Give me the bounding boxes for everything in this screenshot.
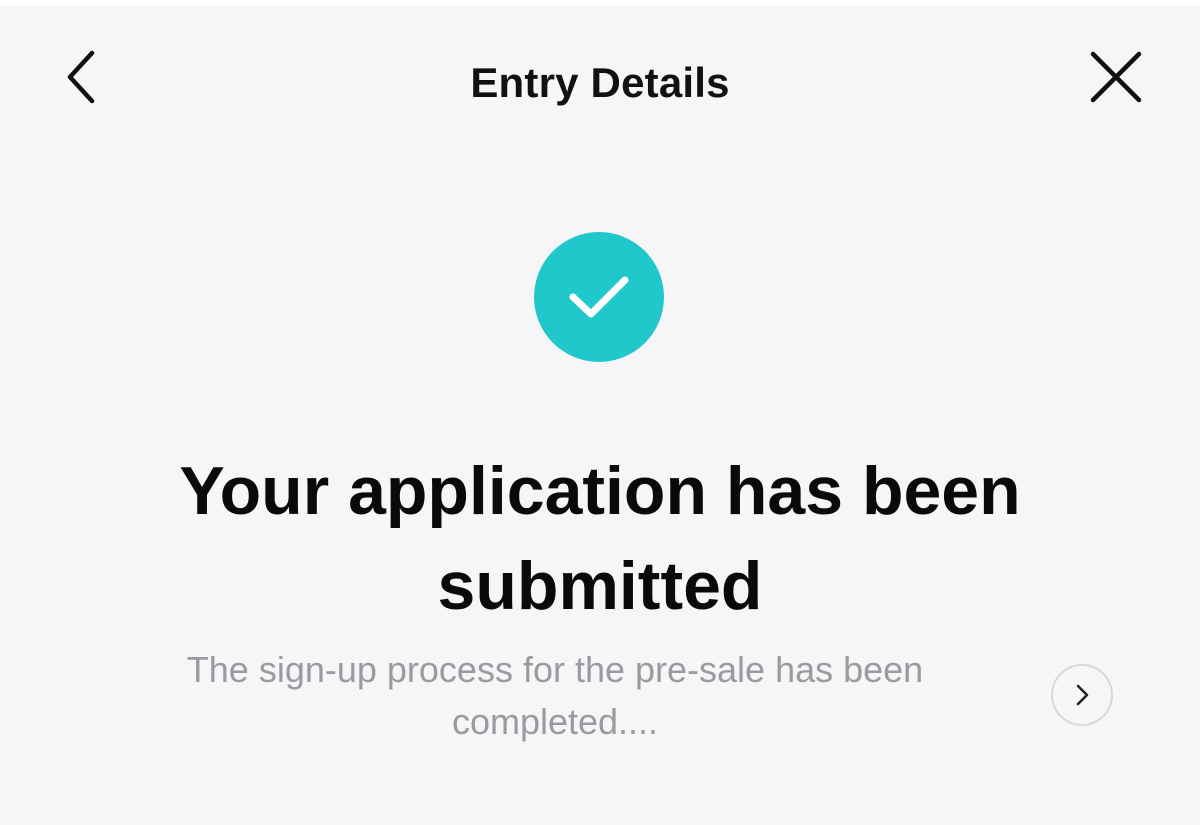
close-button[interactable] <box>1076 37 1156 117</box>
success-badge <box>534 232 664 362</box>
navigation-bar: Entry Details <box>0 6 1200 156</box>
confirmation-headline: Your application has been submitted <box>179 453 1021 624</box>
entry-details-screen: Entry Details Your application has been … <box>0 6 1200 825</box>
close-icon <box>1090 51 1142 103</box>
page-title: Entry Details <box>470 59 730 106</box>
view-details-button[interactable] <box>1051 664 1113 726</box>
confirmation-description: The sign-up process for the pre-sale has… <box>186 649 924 742</box>
chevron-right-icon <box>1076 684 1089 706</box>
checkmark-icon <box>569 276 629 318</box>
